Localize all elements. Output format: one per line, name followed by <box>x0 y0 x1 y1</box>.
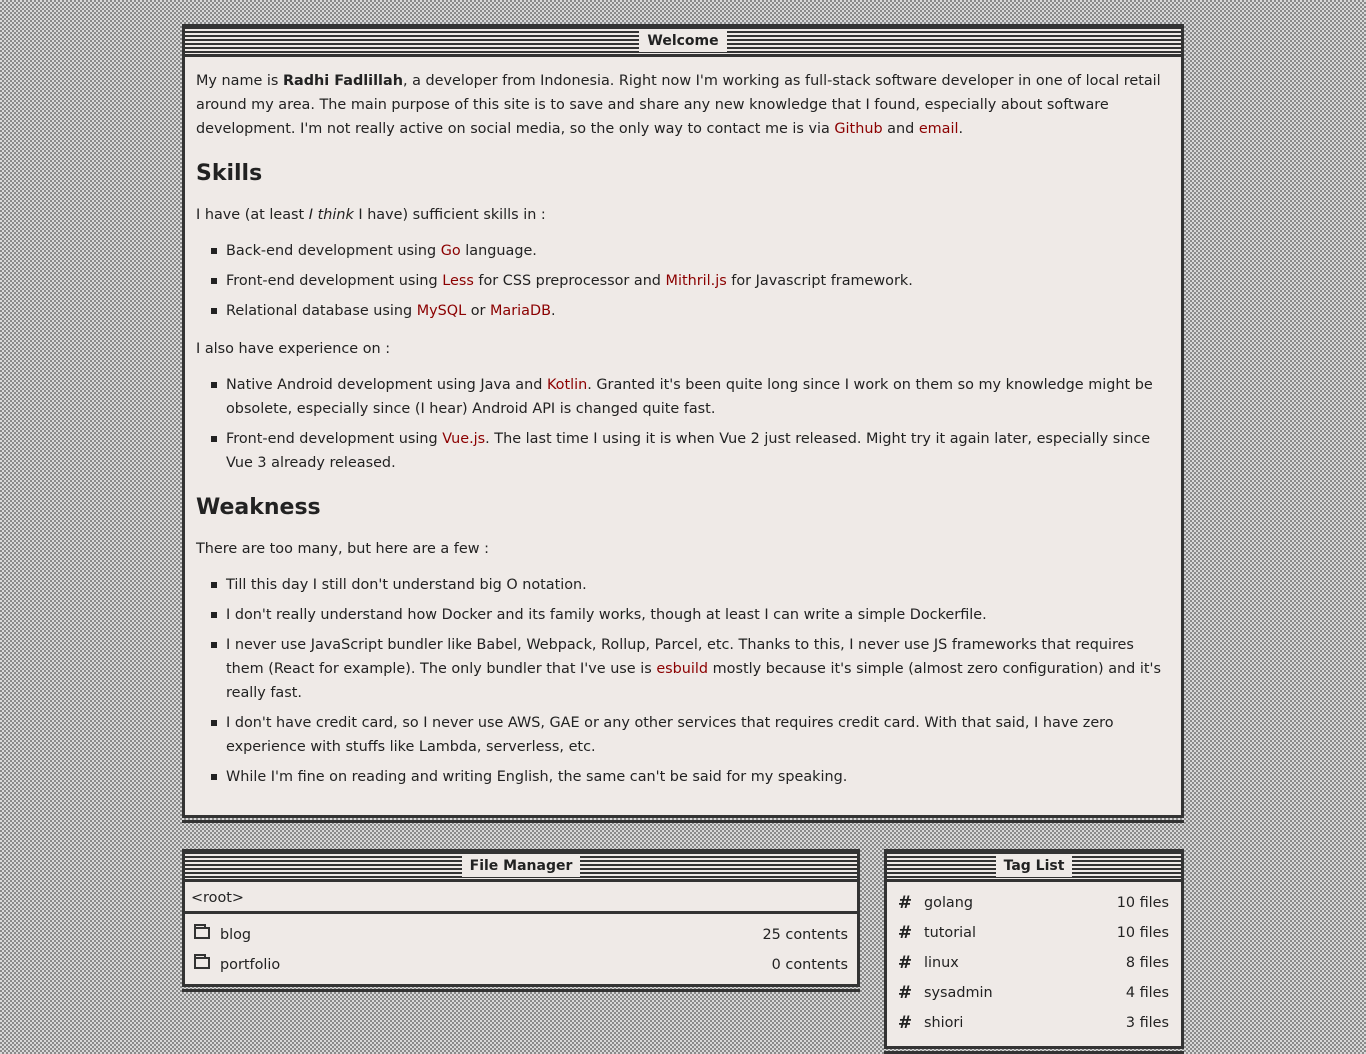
esbuild-link[interactable]: esbuild <box>656 661 708 677</box>
mysql-link[interactable]: MySQL <box>417 303 466 319</box>
skills-intro-text: I have) sufficient skills in : <box>353 207 546 223</box>
weakness-item: I don't have credit card, so I never use… <box>211 711 1171 759</box>
welcome-window: Welcome My name is Radhi Fadlillah, a de… <box>182 24 1184 823</box>
file-manager-window: File Manager <root> blog 25 contents por… <box>182 849 860 992</box>
folder-name: blog <box>220 927 252 943</box>
tag-name: golang <box>924 895 974 911</box>
hash-icon: # <box>897 953 913 973</box>
tag-name: sysadmin <box>924 985 993 1001</box>
skills-intro-emphasis: I think <box>308 207 354 223</box>
skill-item-frontend: Front-end development using Less for CSS… <box>211 269 1171 293</box>
experience-item-vue: Front-end development using Vue.js. The … <box>211 427 1171 475</box>
tag-list-title: Tag List <box>995 854 1073 877</box>
path-breadcrumb: <root> <box>185 882 857 914</box>
folder-icon <box>194 954 210 969</box>
welcome-titlebar: Welcome <box>185 27 1181 57</box>
weakness-item: I don't really understand how Docker and… <box>211 603 1171 627</box>
experience-item-android: Native Android development using Java an… <box>211 373 1171 421</box>
experience-list: Native Android development using Java an… <box>196 373 1171 475</box>
tag-name: shiori <box>924 1015 964 1031</box>
skill-item-database: Relational database using MySQL or Maria… <box>211 299 1171 323</box>
file-list: blog 25 contents portfolio 0 contents <box>185 914 857 980</box>
folder-count: 0 contents <box>771 957 848 973</box>
intro-paragraph: My name is Radhi Fadlillah, a developer … <box>196 69 1171 141</box>
mariadb-link[interactable]: MariaDB <box>490 303 551 319</box>
hash-icon: # <box>897 1013 913 1033</box>
tag-count: 10 files <box>1116 895 1169 911</box>
welcome-title: Welcome <box>639 29 727 52</box>
welcome-content: My name is Radhi Fadlillah, a developer … <box>185 57 1181 789</box>
less-link[interactable]: Less <box>442 273 474 289</box>
tag-count: 3 files <box>1125 1015 1169 1031</box>
file-manager-titlebar: File Manager <box>185 852 857 882</box>
file-manager-title: File Manager <box>461 854 581 877</box>
weakness-item: I never use JavaScript bundler like Babe… <box>211 633 1171 705</box>
tag-row-tutorial[interactable]: # tutorial 10 files <box>896 918 1169 948</box>
tag-row-linux[interactable]: # linux 8 files <box>896 948 1169 978</box>
hash-icon: # <box>897 923 913 943</box>
tag-name: linux <box>924 955 959 971</box>
hash-icon: # <box>897 983 913 1003</box>
skills-list: Back-end development using Go language. … <box>196 239 1171 323</box>
vue-link[interactable]: Vue.js <box>442 431 485 447</box>
skill-item-go: Back-end development using Go language. <box>211 239 1171 263</box>
weakness-intro: There are too many, but here are a few : <box>196 541 489 557</box>
folder-name: portfolio <box>220 957 281 973</box>
hash-icon: # <box>897 893 913 913</box>
tag-row-golang[interactable]: # golang 10 files <box>896 888 1169 918</box>
email-link[interactable]: email <box>919 121 959 137</box>
skills-heading: Skills <box>196 161 263 186</box>
experience-intro: I also have experience on : <box>196 341 391 357</box>
weakness-item: Till this day I still don't understand b… <box>211 573 1171 597</box>
folder-row-blog[interactable]: blog 25 contents <box>194 920 848 950</box>
kotlin-link[interactable]: Kotlin <box>547 377 587 393</box>
tag-count: 10 files <box>1116 925 1169 941</box>
mithril-link[interactable]: Mithril.js <box>666 273 727 289</box>
tag-list: # golang 10 files # tutorial 10 files # … <box>887 882 1181 1038</box>
tag-list-titlebar: Tag List <box>887 852 1181 882</box>
folder-count: 25 contents <box>762 927 848 943</box>
skills-intro-text: I have (at least <box>196 207 309 223</box>
weakness-item: While I'm fine on reading and writing En… <box>211 765 1171 789</box>
tag-list-window: Tag List # golang 10 files # tutorial 10… <box>884 849 1184 1054</box>
intro-text: My name is <box>196 73 283 89</box>
tag-count: 4 files <box>1125 985 1169 1001</box>
weakness-list: Till this day I still don't understand b… <box>196 573 1171 789</box>
skills-intro: I have (at least I think I have) suffici… <box>196 203 1171 227</box>
tag-name: tutorial <box>924 925 976 941</box>
tag-count: 8 files <box>1125 955 1169 971</box>
folder-icon <box>194 924 210 939</box>
go-link[interactable]: Go <box>441 243 461 259</box>
tag-row-shiori[interactable]: # shiori 3 files <box>896 1008 1169 1038</box>
author-name: Radhi Fadlillah <box>282 73 403 89</box>
tag-row-sysadmin[interactable]: # sysadmin 4 files <box>896 978 1169 1008</box>
weakness-heading: Weakness <box>196 495 321 520</box>
intro-text: and <box>882 121 919 137</box>
intro-text: . <box>958 121 964 137</box>
github-link[interactable]: Github <box>834 121 882 137</box>
folder-row-portfolio[interactable]: portfolio 0 contents <box>194 950 848 980</box>
